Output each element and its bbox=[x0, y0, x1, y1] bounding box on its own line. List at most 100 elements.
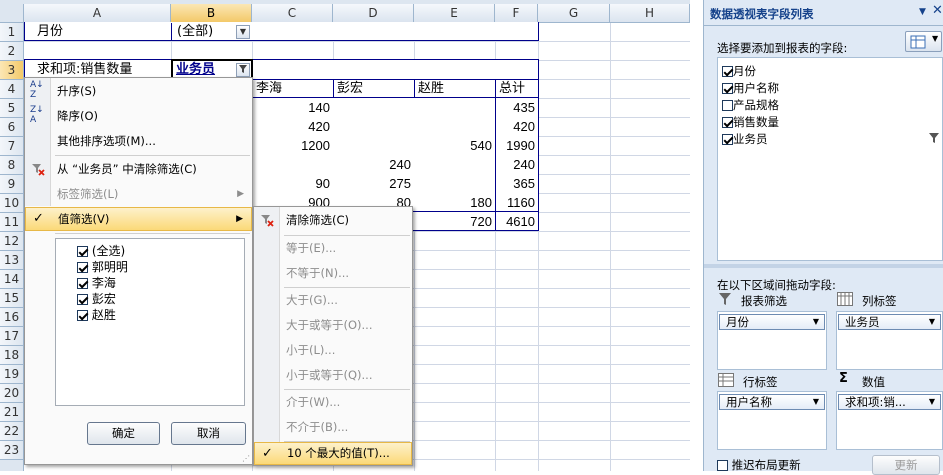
row-header[interactable]: 10 bbox=[0, 194, 24, 213]
row-header[interactable]: 13 bbox=[0, 251, 24, 270]
row-header[interactable]: 14 bbox=[0, 270, 24, 289]
cell-f7[interactable]: 1990 bbox=[495, 136, 538, 155]
resize-grip-icon[interactable]: ⋰ bbox=[242, 454, 250, 463]
cell-d9[interactable]: 275 bbox=[333, 174, 414, 193]
row-header[interactable]: 5 bbox=[0, 99, 24, 118]
field-item-spec[interactable]: 产品规格 bbox=[722, 97, 779, 113]
row-header[interactable]: 6 bbox=[0, 118, 24, 137]
checkbox[interactable] bbox=[722, 134, 733, 145]
row-labels-area[interactable]: 用户名称 ▼ bbox=[717, 391, 827, 450]
row-header[interactable]: 9 bbox=[0, 175, 24, 194]
values-area[interactable]: 求和项:销... ▼ bbox=[836, 391, 943, 450]
checkbox[interactable] bbox=[77, 310, 88, 321]
cell-d4[interactable]: 彭宏 bbox=[334, 79, 414, 98]
field-item-quantity[interactable]: 销售数量 bbox=[722, 114, 779, 130]
less-than-item[interactable]: 小于(L)... bbox=[254, 338, 412, 362]
equals-item[interactable]: 等于(E)... bbox=[254, 236, 412, 260]
value-field-chip[interactable]: 求和项:销... ▼ bbox=[838, 394, 941, 410]
row-header[interactable]: 2 bbox=[0, 42, 24, 61]
checkbox[interactable] bbox=[77, 246, 88, 257]
list-item[interactable]: 赵胜 bbox=[77, 307, 116, 323]
column-header-g[interactable]: G bbox=[538, 4, 610, 23]
greater-or-equal-item[interactable]: 大于或等于(O)... bbox=[254, 313, 412, 337]
panel-options-chevron-icon[interactable]: ▼ bbox=[919, 7, 926, 17]
checkbox[interactable] bbox=[722, 100, 733, 111]
clear-value-filter-item[interactable]: 清除筛选(C) bbox=[254, 208, 412, 232]
row-header[interactable]: 4 bbox=[0, 80, 24, 99]
row-header[interactable]: 19 bbox=[0, 365, 24, 384]
report-filter-field-chip[interactable]: 月份 ▼ bbox=[719, 314, 825, 330]
column-header-b[interactable]: B bbox=[171, 4, 252, 23]
between-item[interactable]: 介于(W)... bbox=[254, 390, 412, 414]
cell-a1[interactable]: 月份 bbox=[34, 22, 170, 41]
checkbox[interactable] bbox=[717, 460, 728, 471]
greater-than-item[interactable]: 大于(G)... bbox=[254, 288, 412, 312]
not-between-item[interactable]: 不介于(B)... bbox=[254, 415, 412, 439]
checkbox[interactable] bbox=[722, 117, 733, 128]
row-header[interactable]: 22 bbox=[0, 422, 24, 441]
close-icon[interactable]: ✕ bbox=[932, 3, 943, 18]
checkbox[interactable] bbox=[77, 262, 88, 273]
column-header-d[interactable]: D bbox=[333, 4, 414, 23]
row-header[interactable]: 12 bbox=[0, 232, 24, 251]
row-header[interactable]: 11 bbox=[0, 213, 24, 232]
layout-view-button[interactable]: ▼ bbox=[905, 31, 942, 52]
cell-f10[interactable]: 1160 bbox=[495, 193, 538, 212]
cell-f8[interactable]: 240 bbox=[495, 155, 538, 174]
checkbox[interactable] bbox=[722, 66, 733, 77]
report-filter-dropdown-button[interactable]: ▼ bbox=[236, 25, 250, 39]
row-header[interactable]: 23 bbox=[0, 441, 24, 460]
cell-c7[interactable]: 1200 bbox=[252, 136, 333, 155]
cell-b1[interactable]: (全部) bbox=[174, 22, 234, 41]
row-header[interactable]: 7 bbox=[0, 137, 24, 156]
sort-descending-item[interactable]: Z↓ A 降序(O) bbox=[25, 104, 252, 128]
filter-item-list[interactable]: (全选) 郭明明 李海 彭宏 赵胜 bbox=[55, 238, 245, 406]
top-10-item[interactable]: ✓ 10 个最大的值(T)... bbox=[254, 442, 412, 465]
value-filter-item[interactable]: ✓ 值筛选(V) ▶ bbox=[25, 207, 252, 231]
cell-c5[interactable]: 140 bbox=[252, 98, 333, 117]
row-header[interactable]: 3 bbox=[0, 61, 24, 80]
row-header[interactable]: 18 bbox=[0, 346, 24, 365]
column-header-h[interactable]: H bbox=[610, 4, 690, 23]
cell-f4[interactable]: 总计 bbox=[496, 79, 538, 98]
field-item-month[interactable]: 月份 bbox=[722, 63, 756, 79]
list-item[interactable]: 彭宏 bbox=[77, 291, 116, 307]
sort-ascending-item[interactable]: A↓ Z 升序(S) bbox=[25, 79, 252, 103]
list-item[interactable]: 李海 bbox=[77, 275, 116, 291]
column-header-e[interactable]: E bbox=[414, 4, 495, 23]
row-header[interactable]: 15 bbox=[0, 289, 24, 308]
row-header[interactable]: 16 bbox=[0, 308, 24, 327]
clear-filter-item[interactable]: 从 “业务员” 中清除筛选(C) bbox=[25, 157, 252, 181]
cell-c6[interactable]: 420 bbox=[252, 117, 333, 136]
row-header[interactable]: 8 bbox=[0, 156, 24, 175]
field-item-salesperson[interactable]: 业务员 bbox=[722, 131, 768, 147]
cell-c9[interactable]: 90 bbox=[252, 174, 333, 193]
column-header-a[interactable]: A bbox=[24, 4, 171, 23]
column-filter-dropdown-button[interactable] bbox=[236, 63, 250, 77]
column-header-f[interactable]: F bbox=[495, 4, 538, 23]
cancel-button[interactable]: 取消 bbox=[171, 422, 246, 445]
cell-e10[interactable]: 180 bbox=[414, 193, 495, 212]
cell-f11[interactable]: 4610 bbox=[495, 212, 538, 231]
label-filter-item[interactable]: 标签筛选(L) ▶ bbox=[25, 182, 252, 206]
more-sort-options-item[interactable]: 其他排序选项(M)... bbox=[25, 129, 252, 153]
not-equals-item[interactable]: 不等于(N)... bbox=[254, 261, 412, 285]
checkbox[interactable] bbox=[77, 294, 88, 305]
column-labels-area[interactable]: 业务员 ▼ bbox=[836, 311, 943, 370]
cell-e7[interactable]: 540 bbox=[414, 136, 495, 155]
row-header[interactable]: 20 bbox=[0, 384, 24, 403]
row-field-chip[interactable]: 用户名称 ▼ bbox=[719, 394, 825, 410]
checkbox[interactable] bbox=[722, 83, 733, 94]
cell-d8[interactable]: 240 bbox=[333, 155, 414, 174]
column-field-chip[interactable]: 业务员 ▼ bbox=[838, 314, 941, 330]
cell-f6[interactable]: 420 bbox=[495, 117, 538, 136]
list-item[interactable]: (全选) bbox=[77, 243, 125, 259]
update-button[interactable]: 更新 bbox=[872, 455, 940, 475]
column-header-c[interactable]: C bbox=[252, 4, 333, 23]
field-list-box[interactable]: 月份 用户名称 产品规格 销售数量 业务员 bbox=[717, 57, 943, 261]
field-item-customer[interactable]: 用户名称 bbox=[722, 80, 779, 96]
cell-c4[interactable]: 李海 bbox=[253, 79, 333, 98]
report-filter-area[interactable]: 月份 ▼ bbox=[717, 311, 827, 370]
cell-e11[interactable]: 720 bbox=[414, 212, 495, 231]
cell-e4[interactable]: 赵胜 bbox=[415, 79, 495, 98]
